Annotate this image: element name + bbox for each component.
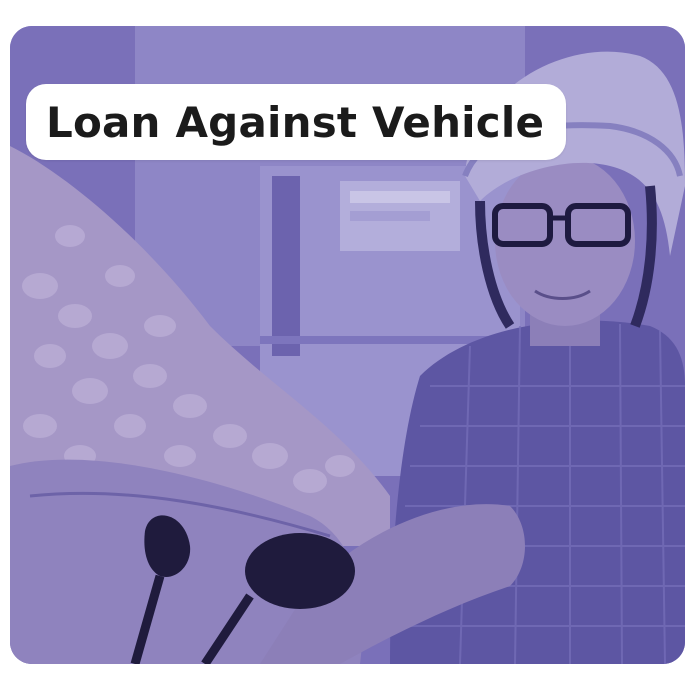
loan-card[interactable]: Loan Against Vehicle: [10, 26, 685, 664]
card-title: Loan Against Vehicle: [46, 97, 545, 147]
title-badge: Loan Against Vehicle: [26, 84, 567, 160]
